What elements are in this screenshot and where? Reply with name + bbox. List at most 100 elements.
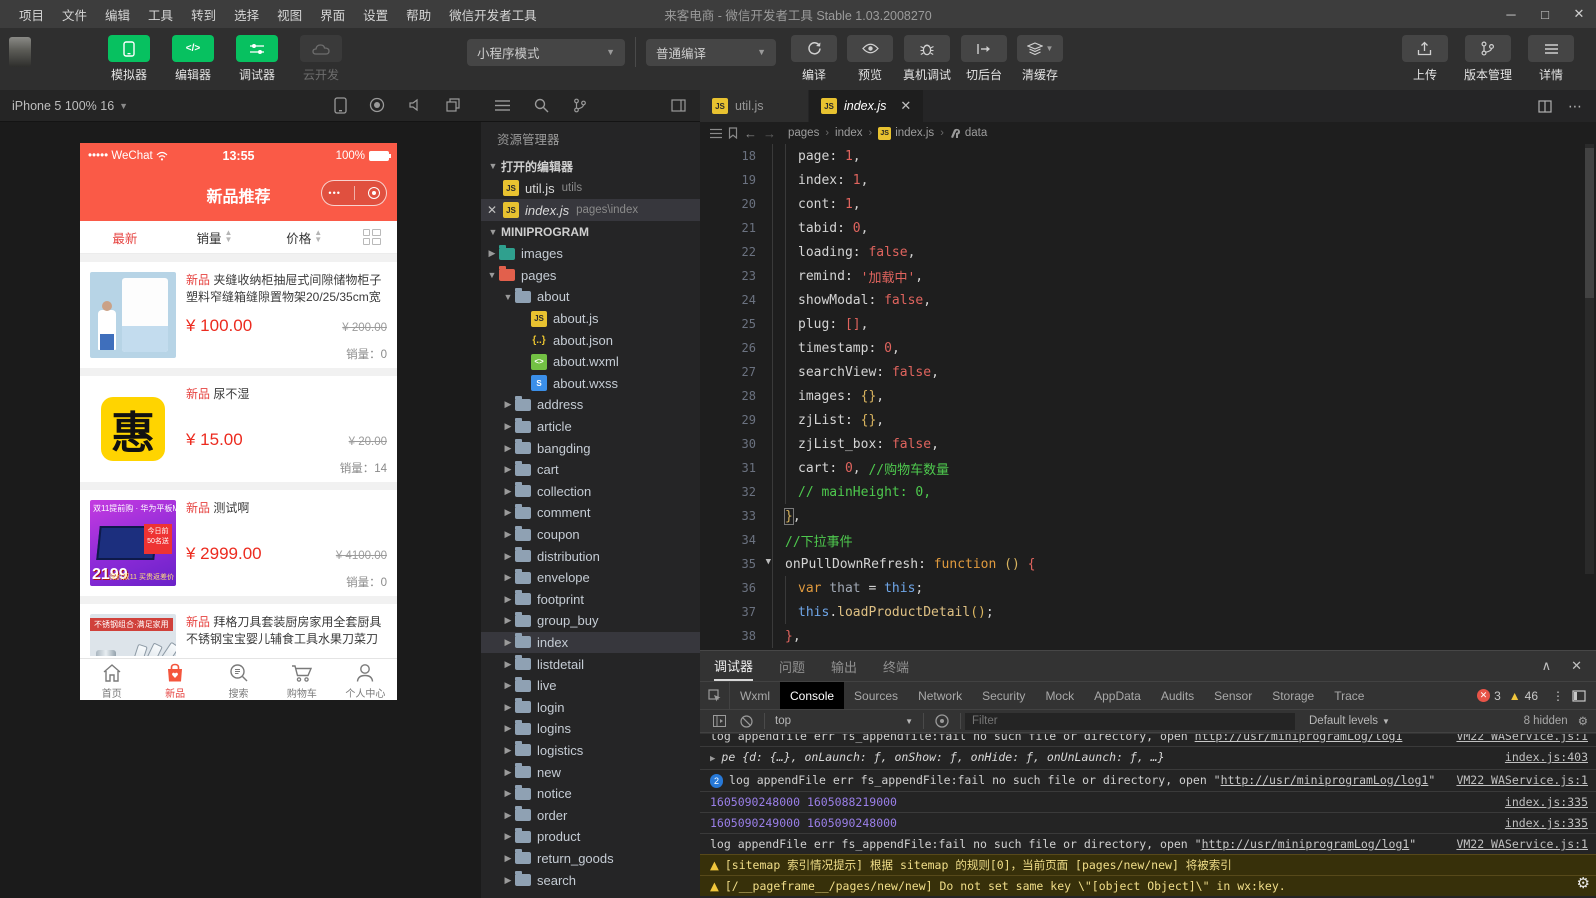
error-count[interactable]: 3 [1494, 689, 1501, 703]
back-arrow-icon[interactable]: ← [744, 126, 757, 141]
log-source-link[interactable]: index.js:335 [1505, 816, 1588, 830]
menu-item-项目[interactable]: 项目 [10, 5, 53, 24]
tabbar-首页[interactable]: 首页 [80, 659, 143, 700]
chevron-right-icon[interactable]: ▶ [501, 767, 515, 778]
chevron-right-icon[interactable]: ▶ [501, 572, 515, 583]
inspect-element-icon[interactable] [700, 682, 730, 709]
product-card[interactable]: 惠新品 尿不湿¥ 15.00¥ 20.00销量：14 [80, 376, 397, 482]
devtools-tab-Wxml[interactable]: Wxml [730, 682, 780, 709]
log-source-link[interactable]: VM22 WAService.js:1 [1456, 734, 1588, 743]
exit-miniprogram-button[interactable] [368, 187, 380, 199]
devtools-tab-Security[interactable]: Security [972, 682, 1035, 709]
devtools-tab-Sensor[interactable]: Sensor [1204, 682, 1262, 709]
product-card[interactable]: 新品 夹缝收纳柜抽屉式间隙储物柜子塑料窄缝箱缝隙置物架20/25/35cm宽¥ … [80, 262, 397, 368]
console-filter-input[interactable] [965, 713, 1295, 730]
console-log-row[interactable]: ▲[/__pageframe__/pages/new/new] Do not s… [700, 875, 1596, 896]
dock-side-icon[interactable] [1572, 690, 1586, 702]
expand-arrow-icon[interactable]: ▶ [710, 752, 715, 766]
devtools-tab-Storage[interactable]: Storage [1262, 682, 1324, 709]
action-切后台[interactable]: 切后台 [961, 35, 1007, 83]
tree-item-listdetail[interactable]: ▶listdetail [481, 653, 700, 675]
tree-item-collection[interactable]: ▶collection [481, 481, 700, 503]
menu-item-选择[interactable]: 选择 [225, 5, 268, 24]
clear-console-icon[interactable] [740, 715, 753, 728]
log-source-link[interactable]: index.js:335 [1505, 795, 1588, 809]
tabbar-购物车[interactable]: 购物车 [270, 659, 333, 700]
split-editor-icon[interactable] [1538, 100, 1552, 113]
multi-window-icon[interactable] [445, 97, 461, 114]
menu-item-工具[interactable]: 工具 [139, 5, 182, 24]
panel-tab-问题[interactable]: 问题 [779, 651, 805, 681]
chevron-right-icon[interactable]: ▶ [501, 875, 515, 886]
chevron-right-icon[interactable]: ▶ [501, 464, 515, 475]
mode-select[interactable]: 小程序模式▼ [467, 39, 625, 66]
tabbar-个人中心[interactable]: 个人中心 [334, 659, 397, 700]
project-root-header[interactable]: ▼ MINIPROGRAM [481, 221, 700, 243]
tree-item-cart[interactable]: ▶cart [481, 459, 700, 481]
sort-tab-销量[interactable]: 销量▲▼ [170, 228, 260, 247]
action-上传[interactable]: 上传 [1402, 35, 1448, 83]
chevron-right-icon[interactable]: ▶ [501, 443, 515, 454]
git-branch-icon[interactable] [573, 98, 587, 113]
error-badge-icon[interactable]: ✕ [1477, 689, 1490, 702]
tree-item-order[interactable]: ▶order [481, 804, 700, 826]
kebab-menu-icon[interactable]: ⋮ [1552, 689, 1564, 703]
tree-item-about.json[interactable]: {..}about.json [481, 329, 700, 351]
tree-item-return_goods[interactable]: ▶return_goods [481, 848, 700, 870]
chevron-right-icon[interactable]: ▶ [501, 615, 515, 626]
search-icon[interactable] [534, 98, 549, 113]
product-card[interactable]: 双11提前购 · 华为平板M6今日前50名送2199保价双11 买贵返差价新品 … [80, 490, 397, 596]
tree-item-about.wxss[interactable]: Sabout.wxss [481, 373, 700, 395]
chevron-right-icon[interactable]: ▶ [501, 680, 515, 691]
tree-item-logistics[interactable]: ▶logistics [481, 740, 700, 762]
menu-item-转到[interactable]: 转到 [182, 5, 225, 24]
menu-item-视图[interactable]: 视图 [268, 5, 311, 24]
chevron-right-icon[interactable]: ▶ [501, 853, 515, 864]
outline-list-icon[interactable] [495, 99, 510, 112]
menu-item-编辑[interactable]: 编辑 [96, 5, 139, 24]
devtools-tab-Trace[interactable]: Trace [1324, 682, 1374, 709]
chevron-right-icon[interactable]: ▶ [501, 421, 515, 432]
action-真机调试[interactable]: 真机调试 [903, 35, 951, 83]
tree-item-login[interactable]: ▶login [481, 696, 700, 718]
toggle-云开发[interactable]: 云开发 [295, 35, 347, 83]
chevron-right-icon[interactable]: ▶ [501, 702, 515, 713]
console-sidebar-icon[interactable] [713, 715, 726, 727]
log-link[interactable]: http://usr/miniprogramLog/log1 [1195, 734, 1403, 743]
tree-item-distribution[interactable]: ▶distribution [481, 545, 700, 567]
chevron-right-icon[interactable]: ▶ [501, 399, 515, 410]
breadcrumb-item-pages[interactable]: pages [788, 127, 819, 139]
tree-item-address[interactable]: ▶address [481, 394, 700, 416]
chevron-right-icon[interactable]: ▶ [485, 248, 499, 259]
forward-arrow-icon[interactable]: → [763, 126, 776, 141]
menu-item-文件[interactable]: 文件 [53, 5, 96, 24]
tabbar-搜索[interactable]: 搜索 [207, 659, 270, 700]
record-icon[interactable] [369, 97, 385, 114]
console-settings-gear-icon[interactable]: ⚙ [1578, 714, 1588, 728]
action-版本管理[interactable]: 版本管理 [1464, 35, 1512, 83]
console-log-row[interactable]: 1605090249000 1605090248000index.js:335 [700, 812, 1596, 833]
tree-item-search[interactable]: ▶search [481, 869, 700, 891]
tree-item-bangding[interactable]: ▶bangding [481, 437, 700, 459]
chevron-right-icon[interactable]: ▶ [501, 659, 515, 670]
action-详情[interactable]: 详情 [1528, 35, 1574, 83]
chevron-right-icon[interactable]: ▶ [501, 745, 515, 756]
tree-item-group_buy[interactable]: ▶group_buy [481, 610, 700, 632]
chevron-right-icon[interactable]: ▶ [501, 637, 515, 648]
tree-item-about.wxml[interactable]: <>about.wxml [481, 351, 700, 373]
log-levels-select[interactable]: Default levels▼ [1309, 715, 1390, 727]
devtools-tab-Mock[interactable]: Mock [1035, 682, 1084, 709]
layout-switch-icon[interactable] [363, 229, 383, 245]
code-area[interactable]: 18page: 1,19index: 1,20cont: 1,21tabid: … [700, 144, 1596, 650]
settings-gear-icon[interactable]: ⚙ [1577, 874, 1590, 892]
more-actions-icon[interactable]: ⋯ [1568, 98, 1582, 115]
console-log-row[interactable]: log appendFile err fs_appendFile:fail no… [700, 833, 1596, 854]
chevron-down-icon[interactable]: ▼ [501, 292, 515, 302]
log-source-link[interactable]: VM22 WAService.js:1 [1456, 837, 1588, 851]
console-log-row[interactable]: log appendfile err fs_appendfile:fail no… [700, 734, 1596, 746]
tree-item-product[interactable]: ▶product [481, 826, 700, 848]
open-editors-header[interactable]: ▼ 打开的编辑器 [481, 155, 700, 177]
breadcrumb-item-index.js[interactable]: JSindex.js [878, 127, 934, 140]
tree-item-comment[interactable]: ▶comment [481, 502, 700, 524]
tabbar-新品[interactable]: 新品 [143, 659, 206, 700]
